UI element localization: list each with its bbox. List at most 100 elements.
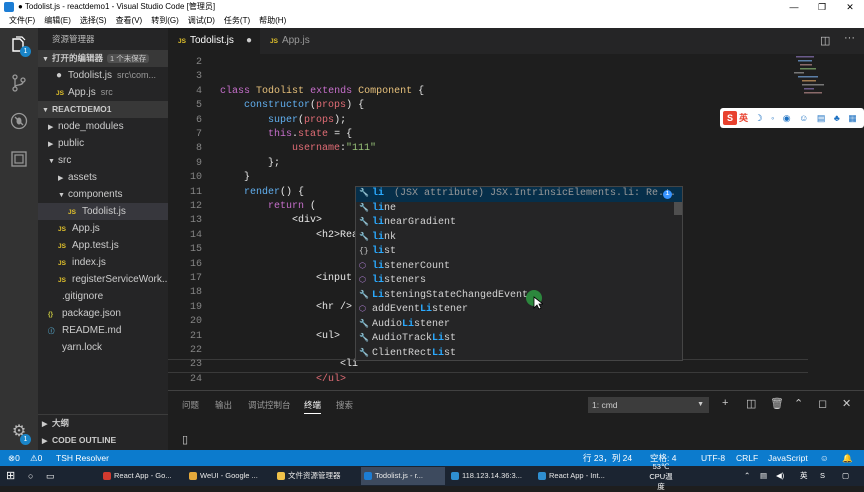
restore-icon[interactable]: ❐ <box>808 0 836 14</box>
project-header[interactable]: ▼ REACTDEMO1 <box>38 101 168 118</box>
warnings-status[interactable]: ⚠ 0 <box>30 450 42 466</box>
suggestion-item[interactable]: ⬡ listeners <box>356 274 682 289</box>
open-editor-item[interactable]: JS App.js src <box>38 84 168 101</box>
action-center-icon[interactable]: ▢ <box>842 466 849 486</box>
close-icon[interactable]: ✕ <box>836 0 864 14</box>
terminal-cursor[interactable]: ▯ <box>182 433 188 446</box>
open-editors-header[interactable]: ▼ 打开的编辑器 1 个未保存 <box>38 50 168 67</box>
menu-item[interactable]: 转到(G) <box>151 14 179 28</box>
suggestion-item[interactable]: ⬡ addEventListener <box>356 303 682 318</box>
taskbar-app[interactable]: React App - Go... <box>100 467 184 485</box>
language-mode[interactable]: JavaScript <box>768 450 808 466</box>
suggestion-item[interactable]: 🔧 AudioListener <box>356 318 682 333</box>
ime-language[interactable]: 英 <box>739 113 748 123</box>
menu-item[interactable]: 选择(S) <box>80 14 107 28</box>
code-line[interactable]: render() { <box>220 186 304 200</box>
code-line[interactable]: <input <box>220 272 352 286</box>
taskbar-app[interactable]: React App - Int... <box>535 467 619 485</box>
taskbar-app[interactable]: WeUI - Google ... <box>186 467 270 485</box>
menu-item[interactable]: 帮助(H) <box>259 14 286 28</box>
panel-tab[interactable]: 问题 <box>182 399 199 411</box>
taskbar-app[interactable]: 118.123.14.36:3... <box>448 467 532 485</box>
code-line[interactable]: this.state = { <box>220 128 352 142</box>
minimize-icon[interactable]: — <box>780 0 808 14</box>
code-line[interactable]: <div> <box>220 214 322 228</box>
terminal-select[interactable]: 1: cmd ▼ <box>588 397 709 413</box>
tree-item-readme-md[interactable]: ⓘ README.md <box>38 322 168 339</box>
menu-item[interactable]: 编辑(E) <box>44 14 71 28</box>
suggestion-item[interactable]: 🔧 ClientRectList <box>356 347 682 362</box>
more-actions-icon[interactable]: ··· <box>844 32 855 44</box>
eol-status[interactable]: CRLF <box>736 450 758 466</box>
tree-item--gitignore[interactable]: .gitignore <box>38 288 168 305</box>
tree-item-src[interactable]: ▼ src <box>38 152 168 169</box>
code-line[interactable]: } <box>220 171 250 185</box>
tray-up-icon[interactable]: ⌃ <box>744 466 750 486</box>
tree-item-package-json[interactable]: {} package.json <box>38 305 168 322</box>
open-editor-item[interactable]: ● Todolist.js src\com... <box>38 67 168 84</box>
volume-icon[interactable]: ◀) <box>776 466 784 486</box>
taskbar-app[interactable]: 文件资源管理器 <box>274 467 358 485</box>
kill-terminal-icon[interactable]: 🗑 <box>770 397 784 410</box>
suggestion-item[interactable]: 🔧 link <box>356 231 682 246</box>
suggestion-item[interactable]: 🔧 ListeningStateChangedEvent <box>356 289 682 304</box>
tree-item-node-modules[interactable]: ▶ node_modules <box>38 118 168 135</box>
taskbar-app[interactable]: Todolist.js - r... <box>361 467 445 485</box>
code-line[interactable]: <hr /> <box>220 301 352 315</box>
suggestion-item[interactable]: 🔧 linearGradient <box>356 216 682 231</box>
tree-item-index-js[interactable]: JS index.js <box>38 254 168 271</box>
panel-tab[interactable]: 输出 <box>215 399 232 411</box>
tree-item-todolist-js[interactable]: JS Todolist.js <box>38 203 168 220</box>
errors-status[interactable]: ⊗ 0 <box>8 450 20 466</box>
new-terminal-icon[interactable]: + <box>722 397 728 409</box>
extensions-icon[interactable] <box>0 142 38 176</box>
code-outline-header[interactable]: ▶ CODE OUTLINE <box>38 432 168 449</box>
ime-tray-label[interactable]: 英 <box>800 466 808 486</box>
menu-item[interactable]: 任务(T) <box>224 14 250 28</box>
suggestion-item[interactable]: ⬡ listenerCount <box>356 260 682 275</box>
tree-item-app-test-js[interactable]: JS App.test.js <box>38 237 168 254</box>
cursor-position[interactable]: 行 23，列 24 <box>583 450 632 466</box>
menu-item[interactable]: 文件(F) <box>9 14 35 28</box>
code-line[interactable]: </ul> <box>220 373 346 387</box>
tab-app[interactable]: JS App.js <box>260 28 348 54</box>
code-line[interactable]: username:"111" <box>220 142 376 156</box>
source-control-icon[interactable] <box>0 66 38 100</box>
split-terminal-icon[interactable]: ◫ <box>746 397 756 410</box>
tree-item-public[interactable]: ▶ public <box>38 135 168 152</box>
code-line[interactable]: constructor(props) { <box>220 99 364 113</box>
code-line[interactable]: class Todolist extends Component { <box>220 85 424 99</box>
suggestion-item[interactable]: 🔧 line <box>356 202 682 217</box>
tree-item-yarn-lock[interactable]: yarn.lock <box>38 339 168 356</box>
encoding-status[interactable]: UTF-8 <box>701 450 725 466</box>
code-line[interactable]: return ( <box>220 200 316 214</box>
code-line[interactable]: super(props); <box>220 114 346 128</box>
suggestion-item[interactable]: {} list <box>356 245 682 260</box>
input-method-icon[interactable]: S <box>820 466 825 486</box>
code-line[interactable]: <li <box>220 358 358 372</box>
code-line[interactable]: }; <box>220 157 280 171</box>
code-line[interactable]: <ul> <box>220 330 340 344</box>
tab-todolist[interactable]: JS Todolist.js ● <box>168 28 260 54</box>
restore-panel-icon[interactable]: ◻ <box>818 397 827 410</box>
code-line[interactable]: <h2>Rea <box>220 229 358 243</box>
ime-tool-icons[interactable]: ☽ ◦ ◉ ☺ ▤ ♣ ▦ <box>755 113 860 123</box>
unsaved-dot-icon[interactable]: ● <box>246 28 252 54</box>
search-icon[interactable]: ○ <box>28 466 33 486</box>
autocomplete-suggestions[interactable]: 🔧 li (JSX attribute) JSX.IntrinsicElements… <box>355 186 683 361</box>
split-editor-icon[interactable]: ◫ <box>820 34 830 47</box>
panel-tab[interactable]: 搜索 <box>336 399 353 411</box>
close-panel-icon[interactable]: ✕ <box>842 397 851 410</box>
panel-tab[interactable]: 终端 <box>304 399 322 414</box>
feedback-icon[interactable]: ☺ <box>820 450 829 466</box>
ime-toolbar[interactable]: S英 ☽ ◦ ◉ ☺ ▤ ♣ ▦ <box>720 108 864 128</box>
suggestion-item[interactable]: 🔧 li (JSX attribute) JSX.IntrinsicElements… <box>356 187 682 202</box>
menu-item[interactable]: 查看(V) <box>116 14 143 28</box>
tree-item-registerservicework---[interactable]: JS registerServiceWork... <box>38 271 168 288</box>
task-view-icon[interactable]: ▭ <box>46 466 55 486</box>
explorer-icon[interactable]: 1 <box>0 28 38 62</box>
settings-gear-icon[interactable]: ⚙ 1 <box>0 414 38 448</box>
network-icon[interactable]: ▤ <box>760 466 767 486</box>
notifications-icon[interactable]: 🔔 <box>842 450 853 466</box>
outline-header[interactable]: ▶ 大纲 <box>38 415 168 432</box>
